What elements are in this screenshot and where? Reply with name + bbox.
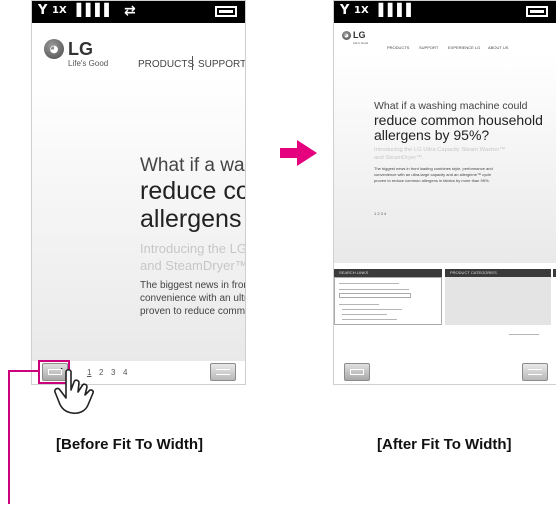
body-line-1: The biggest news in front [140,280,246,291]
logo-text: LG [68,39,93,59]
after-caption: [After Fit To Width] [377,436,512,453]
headline-line-1: What if a washing machine could [374,100,528,112]
callout-line-horizontal [8,370,38,372]
body-line-3: proven to reduce common allergens in fab… [374,178,490,183]
status-bar: Y 1X ▐▐▐▐ ⇄ [32,1,245,23]
search-links-line [342,309,402,310]
search-links-label: SEARCH LINKS [339,270,369,275]
signal-antenna-icon: Y [340,3,350,18]
signal-bars-icon: ▐▐▐▐ [72,3,109,17]
headline-line-3: allergens by [140,205,245,233]
nav-products-link[interactable]: PRODUCTS [138,59,194,70]
transition-arrow-shaft [280,148,298,158]
body-line-2: convenience with an ultra- [140,293,246,304]
headline-line-2: reduce co [140,177,246,205]
lg-logo-icon: ◕ [44,39,64,59]
battery-icon [215,6,237,17]
callout-line-vertical [8,370,10,504]
nav-separator [192,56,193,70]
search-links-panel [334,277,442,325]
body-line-3: proven to reduce commo [140,306,246,317]
nav-products-link[interactable]: PRODUCTS [387,45,409,50]
menu-grid-button[interactable] [522,363,548,381]
product-categories-label: PRODUCT CATEGORIES [450,270,497,275]
network-type-label: 1X [52,5,67,16]
intro-line-1: Introducing the LG Ultra Capacity Steam … [374,147,506,153]
headline-line-3: allergens by 95%? [374,127,490,143]
search-links-line [342,314,387,315]
menu-grid-button[interactable] [210,363,236,381]
sync-icon: ⇄ [124,3,136,19]
body-line-2: convenience with an ultra-large capacity… [374,172,492,177]
hand-pointer-icon [54,368,94,415]
lg-logo-icon: ◕ [342,31,351,40]
nav-support-link[interactable]: SUPPORT [419,45,438,50]
nav-experience-link[interactable]: EXPERIENCE LG [448,45,480,50]
nav-about-link[interactable]: ABOUT US [488,45,508,50]
logo-text: LG [353,30,366,40]
body-line-1: The biggest news in front loading combin… [374,166,493,171]
before-screen: Y 1X ▐▐▐▐ ⇄ ◕ LG Life's Good PRODUCTS SU… [31,0,246,385]
tagline: Life's Good [68,59,109,68]
search-links-line [339,283,399,284]
footer-line [509,334,539,335]
headline-line-1: What if a was [140,155,246,176]
before-caption: [Before Fit To Width] [56,436,204,453]
headline-line-2: reduce common household [374,112,543,128]
product-categories-panel [445,277,551,325]
intro-line-1: Introducing the LG [140,241,246,256]
search-input[interactable] [339,293,411,298]
signal-bars-icon: ▐▐▐▐ [374,3,411,17]
intro-line-2: and SteamDryer™. [140,258,246,273]
search-links-line [339,289,409,290]
search-links-line [339,304,379,305]
after-screen: Y 1X ▐▐▐▐ ◕ LG Life's Good PRODUCTS SUPP… [333,0,556,385]
search-links-line [342,319,397,320]
signal-antenna-icon: Y [38,3,48,18]
transition-arrow-icon [297,140,317,166]
fit-to-width-button[interactable] [344,363,370,381]
nav-support-link[interactable]: SUPPORT [198,59,245,70]
page-link-4[interactable]: 4 [123,368,127,377]
status-bar: Y 1X ▐▐▐▐ [334,1,556,23]
network-type-label: 1X [354,5,369,16]
battery-icon [526,6,548,17]
page-links[interactable]: 1 2 3 4 [374,211,386,216]
intro-line-2: and SteamDryer™. [374,155,424,161]
tagline: Life's Good [353,41,369,45]
page-link-3[interactable]: 3 [111,368,115,377]
hero-panel [334,53,556,263]
